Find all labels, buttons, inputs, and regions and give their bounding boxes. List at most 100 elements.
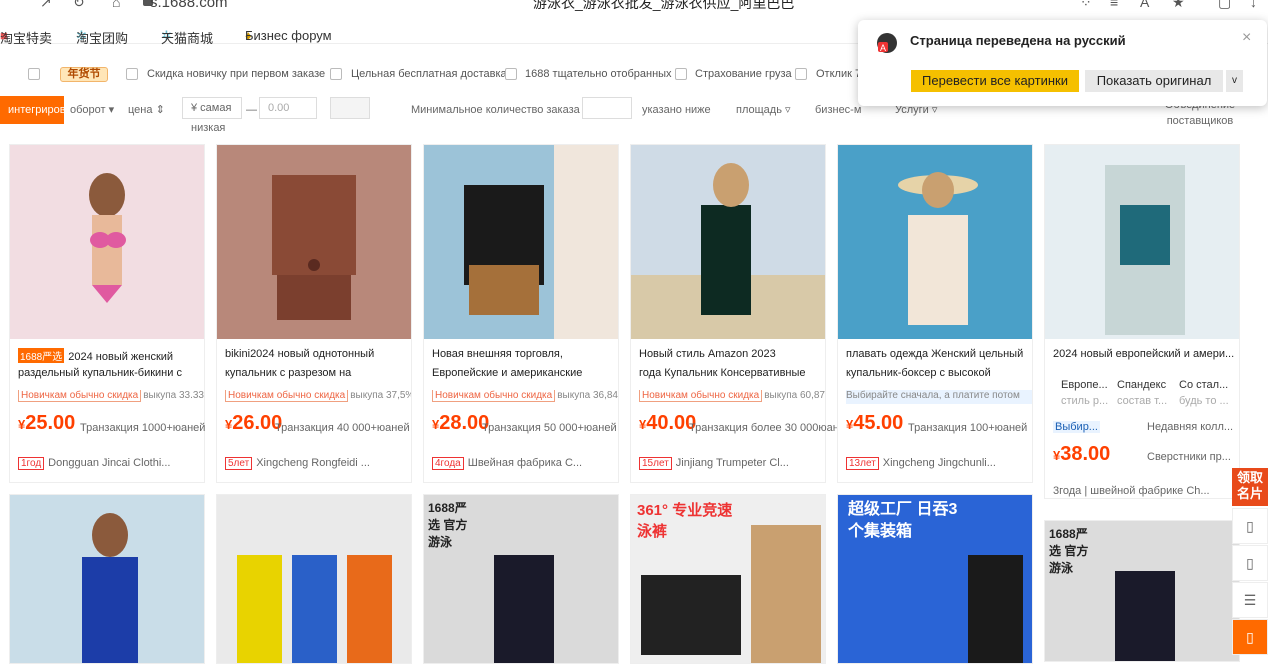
product-card[interactable]: bikini2024 новый однотонный купальник с …: [216, 144, 412, 483]
transaction-volume: Транзакция 1000+юаней: [80, 422, 206, 434]
checkbox-newbie-discount[interactable]: [126, 68, 138, 80]
forward-icon[interactable]: ↗: [40, 0, 52, 11]
new-year-festival-badge: 年货节: [60, 67, 108, 82]
years-badge: 4года: [432, 457, 464, 470]
peer-info: Сверстники пр...: [1147, 451, 1231, 463]
price: ¥38.00: [1053, 443, 1111, 465]
years-badge: 1год: [18, 457, 45, 470]
sort-integrated[interactable]: интегрированный: [0, 96, 64, 124]
years-badge: 13лет: [846, 457, 879, 470]
price: ¥45.00: [846, 412, 904, 434]
recent-collection: Недавняя колл...: [1147, 421, 1234, 433]
transaction-volume: Транзакция 50 000+юаней: [482, 422, 617, 434]
product-card[interactable]: плавать одежда Женский цельный купальник…: [837, 144, 1033, 483]
sidebar-phone-icon[interactable]: ▯: [1232, 508, 1268, 544]
product-image[interactable]: [10, 145, 204, 339]
browser-title-strip: ↗ ↻ ⌂ s.1688.com 游泳衣_游泳衣批发_游泳衣供应_阿里巴巴 ⁘ …: [0, 0, 1268, 14]
checkbox-response[interactable]: [795, 68, 807, 80]
product-title: Новая внешняя торговля,: [432, 348, 563, 360]
filter-cargo-insurance[interactable]: Страхование груза: [695, 68, 792, 80]
sort-turnover[interactable]: оборот ▾: [70, 96, 114, 124]
attr-3: Со стал...: [1179, 379, 1229, 391]
checkbox-free-shipping[interactable]: [330, 68, 342, 80]
checkbox-1688-selected[interactable]: [505, 68, 517, 80]
collections-icon[interactable]: ▢: [1218, 0, 1231, 11]
show-original-button[interactable]: Показать оригинал: [1085, 70, 1223, 92]
repurchase-rate: выкупа 37,5%: [350, 390, 411, 401]
supplier-name[interactable]: Dongguan Jincai Clothi...: [48, 457, 170, 469]
supplier-name[interactable]: Jinjiang Trumpeter Cl...: [676, 457, 789, 469]
supplier-name[interactable]: Xingcheng Jingchunli...: [883, 457, 996, 469]
repurchase-rate: выкупа 60,87%: [764, 390, 825, 401]
product-image[interactable]: [631, 145, 825, 339]
attr-2-sub: состав т...: [1117, 395, 1168, 407]
home-icon[interactable]: ⌂: [112, 0, 120, 10]
moq-input[interactable]: [582, 97, 632, 119]
sidebar-mobile-icon[interactable]: ▯: [1232, 619, 1268, 655]
supplier-name[interactable]: Швейная фабрика С...: [468, 457, 582, 469]
apps-icon[interactable]: ⁘: [1080, 0, 1092, 11]
product-image[interactable]: [1045, 145, 1239, 339]
transaction-volume: Транзакция 40 000+юаней: [275, 422, 410, 434]
filter-free-shipping[interactable]: Цельная бесплатная доставка: [351, 68, 507, 80]
transaction-volume: Транзакция более 30 000юаней: [689, 422, 852, 434]
sort-business-model[interactable]: бизнес-м: [815, 96, 861, 124]
sort-price[interactable]: цена ⇕: [128, 96, 165, 124]
product-card[interactable]: [216, 494, 412, 664]
download-icon[interactable]: ↓: [1250, 0, 1257, 10]
sort-arrows-icon: ⇕: [155, 104, 165, 116]
promo-badge: Новичкам обычно скидка: [432, 390, 556, 402]
product-card[interactable]: 1688严选 2024 новый женский раздельный купа…: [9, 144, 205, 483]
product-title: 2024 новый женский: [68, 351, 174, 363]
price-max-input[interactable]: 0.00: [259, 97, 317, 119]
product-card[interactable]: 2024 новый европейский и амери... Европе…: [1044, 144, 1240, 499]
favorite-icon[interactable]: ★: [1172, 0, 1185, 11]
svg-text:A: A: [880, 43, 886, 53]
product-card[interactable]: Новая внешняя торговля, Европейские и ам…: [423, 144, 619, 483]
years-badge: 15лет: [639, 457, 672, 470]
product-card[interactable]: 1688严选 官方游泳: [423, 494, 619, 664]
translate-images-button[interactable]: Перевести все картинки: [911, 70, 1079, 92]
product-card[interactable]: 361° 专业竞速泳裤: [630, 494, 826, 664]
popup-options-button[interactable]: v: [1226, 70, 1243, 92]
1688-select-badge: 1688严选: [18, 348, 65, 363]
reload-icon[interactable]: ↻: [73, 0, 85, 11]
close-icon[interactable]: ×: [1242, 29, 1251, 47]
get-business-card-button[interactable]: 领取名片: [1232, 468, 1268, 506]
attr-1-sub: стиль р...: [1061, 395, 1109, 407]
product-image[interactable]: [424, 145, 618, 339]
product-card[interactable]: Новый стиль Amazon 2023 года Купальник К…: [630, 144, 851, 483]
chevron-down-icon: ▿: [785, 104, 791, 116]
supplier-name[interactable]: Xingcheng Rongfeidi ...: [256, 457, 370, 469]
sidebar-feedback-icon[interactable]: ☰: [1232, 582, 1268, 618]
popup-title: Страница переведена на русский: [910, 33, 1126, 48]
product-image[interactable]: [217, 145, 411, 339]
product-card[interactable]: 1688严选 官方游泳: [1044, 520, 1240, 662]
product-title-line2: года Купальник Консервативные: [639, 367, 806, 379]
reader-icon[interactable]: ≡: [1110, 0, 1118, 10]
checkbox-new-year[interactable]: [28, 68, 40, 80]
attr-2: Спандекс: [1117, 379, 1167, 391]
checkbox-cargo-insurance[interactable]: [675, 68, 687, 80]
supplier-name[interactable]: швейной фабрике Ch...: [1090, 485, 1209, 497]
product-title-line2: Европейские и американские: [432, 367, 583, 379]
price-range-dash: —: [246, 104, 257, 116]
attr-3-sub: будь то ...: [1179, 395, 1229, 407]
product-card[interactable]: 超级工厂 日吞3个集装箱: [837, 494, 1033, 664]
filter-newbie-discount[interactable]: Скидка новичку при первом заказе: [147, 68, 325, 80]
translate-icon[interactable]: A: [1140, 0, 1149, 10]
address-bar[interactable]: s.1688.com: [150, 0, 228, 11]
product-title-line2: купальник с разрезом на: [225, 367, 352, 379]
product-card[interactable]: [9, 494, 205, 664]
price-confirm-toggle[interactable]: [330, 97, 370, 119]
translate-icon: A: [877, 33, 897, 53]
filter-response[interactable]: Отклик 7: [816, 68, 861, 80]
filter-1688-selected[interactable]: 1688 тщательно отобранных: [525, 68, 672, 80]
price-min-input[interactable]: ¥ самая низкая: [182, 97, 242, 134]
product-title: Новый стиль Amazon 2023: [639, 348, 776, 360]
repurchase-rate: выкупа 36,84%: [557, 390, 618, 401]
sort-area[interactable]: площадь ▿: [736, 96, 791, 124]
price: ¥28.00: [432, 412, 490, 434]
product-image[interactable]: [838, 145, 1032, 339]
sidebar-device-icon[interactable]: ▯: [1232, 545, 1268, 581]
